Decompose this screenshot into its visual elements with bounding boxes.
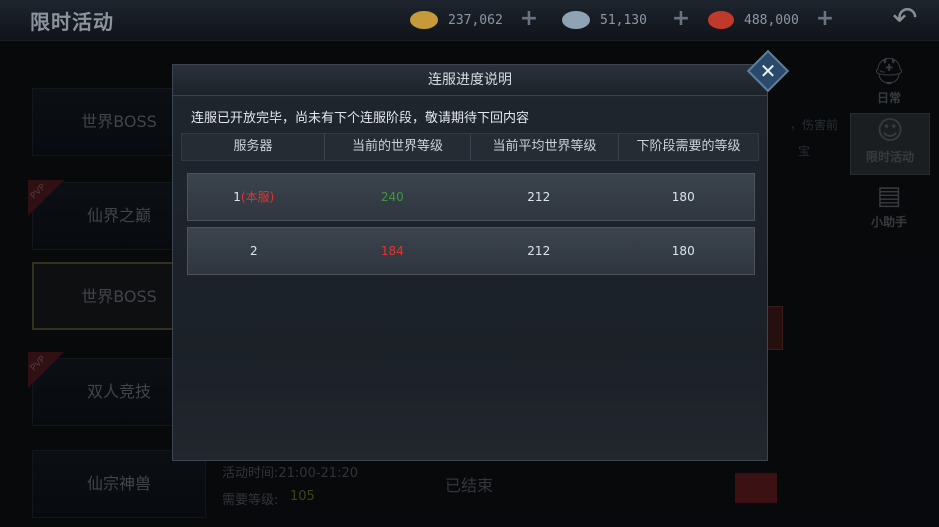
server-number: 1 xyxy=(233,190,241,204)
close-icon[interactable]: ✕ xyxy=(753,56,783,86)
next-level-cell: 180 xyxy=(671,190,695,204)
server-cell: 1(本服) xyxy=(188,174,320,220)
server-progress-dialog: 连服进度说明 连服已开放完毕，尚未有下个连服阶段，敬请期待下回内容 服务器 当前… xyxy=(172,64,768,461)
server-cell: 2 xyxy=(188,228,320,274)
add-gold-button[interactable]: + xyxy=(518,8,540,31)
red-coins-icon xyxy=(708,11,734,29)
silver-ingot-icon xyxy=(562,11,590,29)
column-next-level: 下阶段需要的等级 xyxy=(636,139,741,154)
table-row: 1(本服) 240 212 180 xyxy=(187,173,755,221)
current-level-cell: 240 xyxy=(380,190,404,204)
table-header: 服务器 当前的世界等级 当前平均世界等级 下阶段需要的等级 xyxy=(181,133,759,161)
server-number: 2 xyxy=(249,244,258,258)
gold-currency: 237,062 + xyxy=(410,8,540,32)
coin-currency: 488,000 + xyxy=(708,8,836,32)
silver-value: 51,130 xyxy=(600,12,647,28)
average-level-cell: 212 xyxy=(527,244,551,258)
coin-value: 488,000 xyxy=(744,12,799,28)
table-row: 2 184 212 180 xyxy=(187,227,755,275)
page-title: 限时活动 xyxy=(30,10,114,34)
gold-ingot-icon xyxy=(410,11,438,29)
top-bar: 限时活动 237,062 + 51,130 + 488,000 + ↶ xyxy=(0,0,939,41)
column-current-level: 当前的世界等级 xyxy=(325,134,471,160)
back-arrow-icon[interactable]: ↶ xyxy=(881,4,929,36)
dialog-title: 连服进度说明 xyxy=(173,65,767,96)
add-silver-button[interactable]: + xyxy=(670,8,692,31)
current-level-cell: 184 xyxy=(380,244,404,258)
column-server: 服务器 xyxy=(182,134,325,160)
gold-value: 237,062 xyxy=(448,12,503,28)
dialog-notice: 连服已开放完毕，尚未有下个连服阶段，敬请期待下回内容 xyxy=(191,111,530,126)
silver-currency: 51,130 + xyxy=(562,8,692,32)
own-server-tag: (本服) xyxy=(240,190,275,204)
next-level-cell: 180 xyxy=(671,244,695,258)
average-level-cell: 212 xyxy=(527,190,551,204)
add-coin-button[interactable]: + xyxy=(814,8,836,31)
dialog-footer-fade xyxy=(173,350,767,460)
column-average-level: 当前平均世界等级 xyxy=(471,134,619,160)
